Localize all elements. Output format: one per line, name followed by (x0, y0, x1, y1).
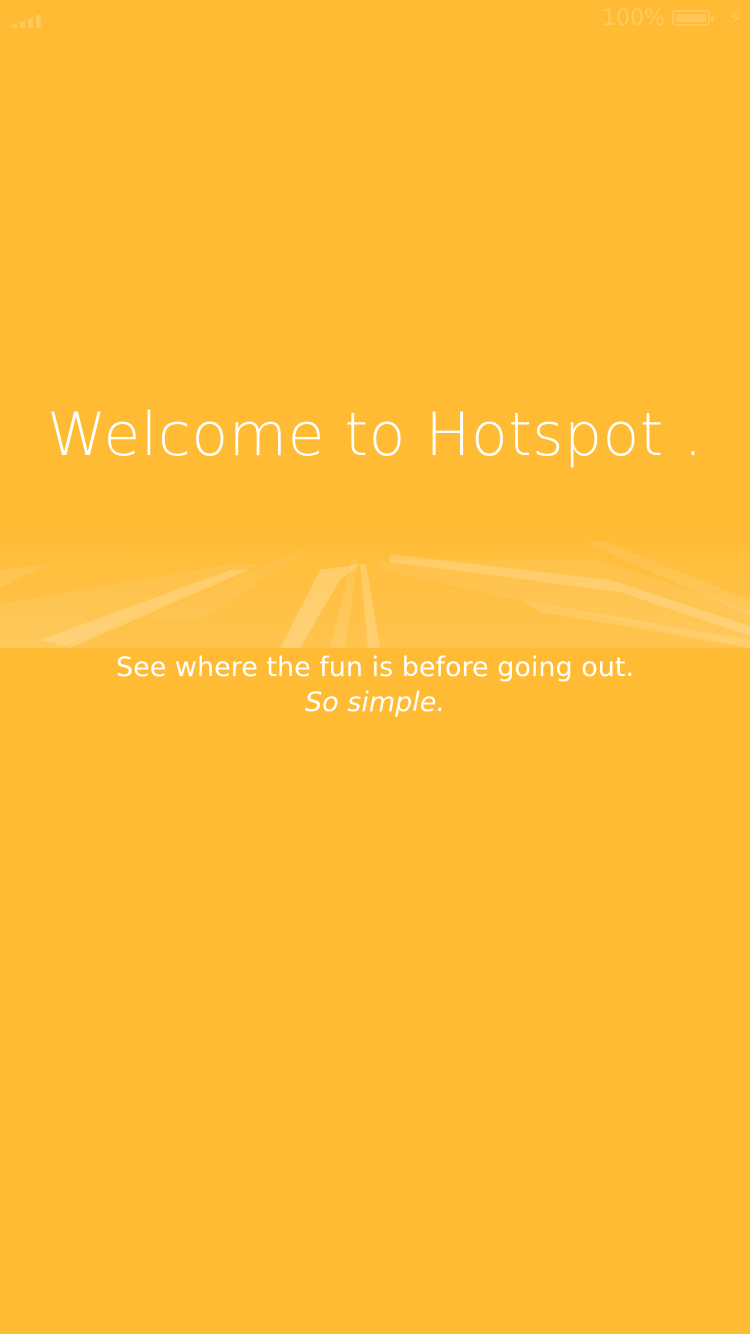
battery-percentage: 100% (602, 6, 665, 31)
tagline-emphasis: So simple. (305, 687, 445, 718)
signal-icon (12, 14, 52, 28)
status-bar: 100% ⚡ (0, 0, 750, 40)
welcome-screen: 100% ⚡ Welcome to Hotspot . See where th… (0, 0, 750, 1334)
tagline: See where the fun is before going out. (115, 652, 635, 683)
battery-icon (672, 10, 714, 26)
charging-bolt-icon: ⚡ (728, 6, 743, 30)
road-illustration (0, 540, 750, 648)
welcome-title: Welcome to Hotspot . (47, 400, 703, 470)
